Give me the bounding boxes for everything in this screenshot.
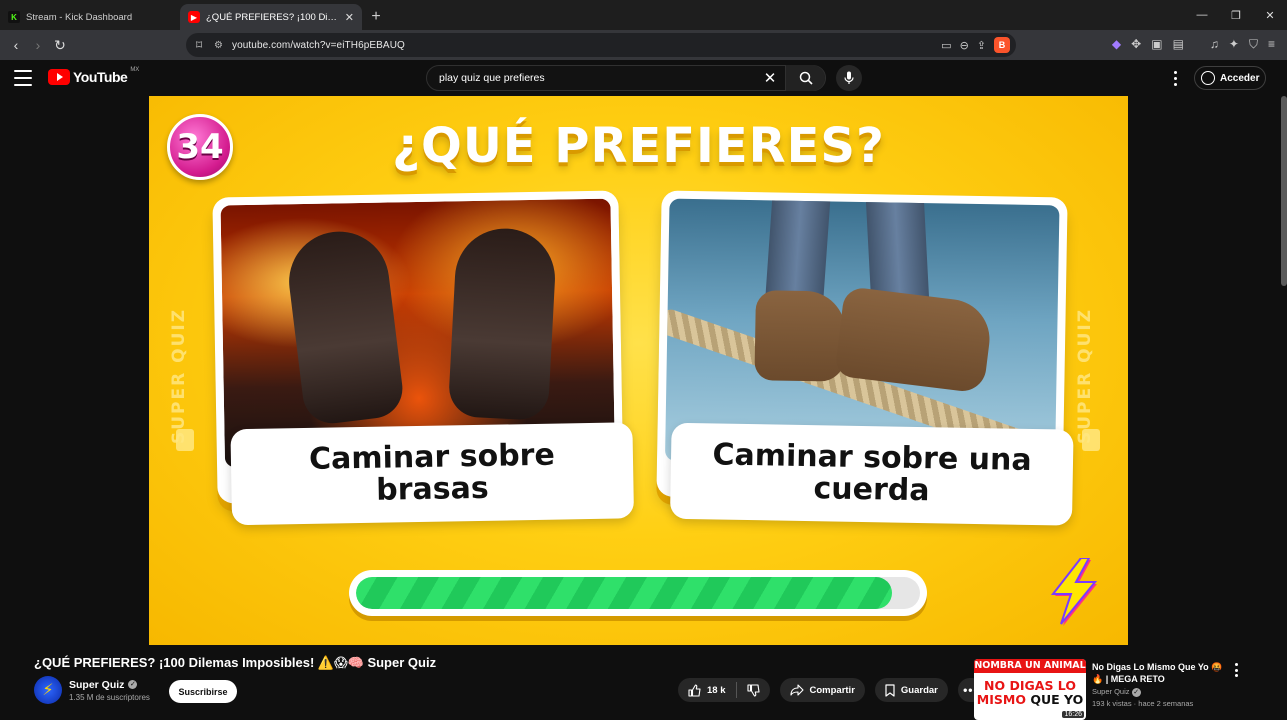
recommended-video-thumbnail[interactable]: NOMBRA UN ANIMAL NO DIGAS LO MISMO QUE Y… [974,659,1086,720]
share-label: Compartir [809,684,855,696]
verified-icon: ✓ [128,680,138,689]
thumbs-down-icon[interactable] [746,683,760,697]
tab-title: Stream - Kick Dashboard [26,11,133,23]
forward-icon[interactable]: › [27,34,49,56]
close-tab-icon[interactable]: ✕ [345,11,354,24]
brand-logo-icon [176,429,194,451]
reload-icon[interactable]: ↻ [49,34,71,56]
close-window-icon[interactable]: ✕ [1253,0,1287,30]
video-info-section: ¿QUÉ PREFIERES? ¡100 Dilemas Imposibles!… [0,645,1287,720]
search-input[interactable]: play quiz que prefieres [439,72,755,84]
save-bookmark-icon [885,683,895,697]
verified-icon: ✓ [1131,688,1141,697]
share-button[interactable]: Compartir [779,678,865,702]
url-text[interactable]: youtube.com/watch?v=eiTH6pEBAUQ [232,40,941,51]
minimize-icon[interactable]: — [1185,0,1219,30]
brand-logo-icon [1082,429,1100,451]
tab-title: ¿QUÉ PREFIERES? ¡100 Dilemas I [206,11,339,23]
like-dislike-group: 18 k [678,678,770,702]
sign-in-label: Acceder [1220,72,1260,84]
option-label-left: Caminar sobre brasas [230,422,635,526]
menu-icon[interactable]: ≡ [1268,37,1275,52]
hamburger-menu-icon[interactable] [14,70,32,86]
site-info-icon[interactable]: ⚙ [214,40,232,51]
new-tab-button[interactable]: + [362,4,390,30]
save-button[interactable]: Guardar [874,678,948,702]
timer-progress-bar [349,570,927,616]
search-button[interactable] [785,65,825,91]
divider [1194,37,1200,52]
save-label: Guardar [900,684,938,696]
kick-icon: K [8,11,20,23]
wallet-icon[interactable]: ⛉ [1249,37,1258,52]
brave-shields-icon[interactable]: B [994,37,1010,53]
account-icon [1201,71,1215,85]
ai-icon[interactable]: ✦ [1229,37,1239,52]
share-arrow-icon [789,684,804,696]
address-bar[interactable]: ⌑ ⚙ youtube.com/watch?v=eiTH6pEBAUQ ▭ ⊖ … [186,33,1016,57]
channel-name[interactable]: Super Quiz [69,679,124,691]
restore-icon[interactable]: ❐ [1219,0,1253,30]
browser-tab-strip: K Stream - Kick Dashboard ▶ ¿QUÉ PREFIER… [0,0,1287,30]
sidebar-icon[interactable]: ▤ [1173,37,1184,52]
thumbs-up-icon [688,683,701,697]
settings-kebab-icon[interactable] [1168,69,1182,87]
search-icon [799,71,813,85]
recommended-video-info[interactable]: No Digas Lo Mismo Que Yo 🤬🔥 | MEGA RETO … [1092,661,1232,708]
logo-text: YouTube [73,69,128,85]
youtube-icon: ▶ [188,11,200,23]
thumb-headline: NO DIGAS LO MISMO QUE YO [976,678,1084,707]
bookmark-icon[interactable]: ⌑ [196,38,214,52]
voice-search-button[interactable] [836,65,862,91]
browser-toolbar: ‹ › ↻ ⌑ ⚙ youtube.com/watch?v=eiTH6pEBAU… [0,30,1287,60]
window-controls: — ❐ ✕ [1185,0,1287,30]
cast-icon[interactable]: ▭ [941,39,951,52]
video-duration: 16:26 [1062,711,1084,718]
video-heading: ¿QUÉ PREFIERES? [392,118,885,174]
video-player[interactable]: 34 ¿QUÉ PREFIERES? SUPER QUIZ SUPER QUIZ… [149,96,1128,645]
option-label-right: Caminar sobre una cuerda [669,422,1074,526]
action-buttons: 18 k Compartir Guardar ••• [678,678,984,702]
clear-search-icon[interactable]: ✕ [755,69,785,87]
extensions-icon[interactable]: ✥ [1131,37,1141,52]
screenshot-icon[interactable]: ▣ [1151,37,1162,52]
search-box[interactable]: play quiz que prefieres ✕ [426,65,826,91]
recommended-title[interactable]: No Digas Lo Mismo Que Yo 🤬🔥 | MEGA RETO [1092,661,1232,685]
vpn-icon[interactable]: ◆ [1112,37,1121,52]
youtube-logo[interactable]: YouTube MX [48,67,140,85]
sign-in-button[interactable]: Acceder [1194,66,1266,90]
microphone-icon [844,71,854,84]
like-count: 18 k [707,684,726,696]
page-scrollbar[interactable] [1281,96,1287,286]
channel-avatar[interactable]: ⚡ [34,676,62,704]
recommended-menu-icon[interactable] [1233,663,1239,677]
browser-tab-kick[interactable]: K Stream - Kick Dashboard [0,4,180,30]
option-card-right: Caminar sobre una cuerda [656,190,1074,526]
youtube-header: YouTube MX play quiz que prefieres ✕ Acc… [0,60,1287,96]
share-icon[interactable]: ⇪ [977,39,986,52]
music-icon[interactable]: ♫ [1210,37,1219,52]
recommended-channel: Super Quiz ✓ [1092,687,1141,697]
recommended-stats: 193 k vistas · hace 2 semanas [1092,699,1194,708]
youtube-play-icon [48,69,70,85]
back-icon[interactable]: ‹ [5,34,27,56]
subscriber-count: 1.35 M de suscriptores [69,692,150,702]
zoom-icon[interactable]: ⊖ [960,39,969,52]
extensions-area: ◆ ✥ ▣ ▤ ♫ ✦ ⛉ ≡ [1112,37,1275,52]
video-title: ¿QUÉ PREFIERES? ¡100 Dilemas Imposibles!… [34,655,437,670]
browser-tab-youtube[interactable]: ▶ ¿QUÉ PREFIERES? ¡100 Dilemas I ✕ [180,4,362,30]
thumb-band-text: NOMBRA UN ANIMAL [974,659,1086,673]
option-card-left: Caminar sobre brasas [212,190,635,526]
subscribe-button[interactable]: Suscribirse [169,680,237,703]
channel-block[interactable]: ⚡ Super Quiz ✓ 1.35 M de suscriptores [34,676,150,704]
lightning-bolt-icon [1050,558,1098,626]
like-button[interactable]: 18 k [688,683,726,697]
timer-progress-fill [356,577,892,609]
region-code: MX [130,67,140,73]
